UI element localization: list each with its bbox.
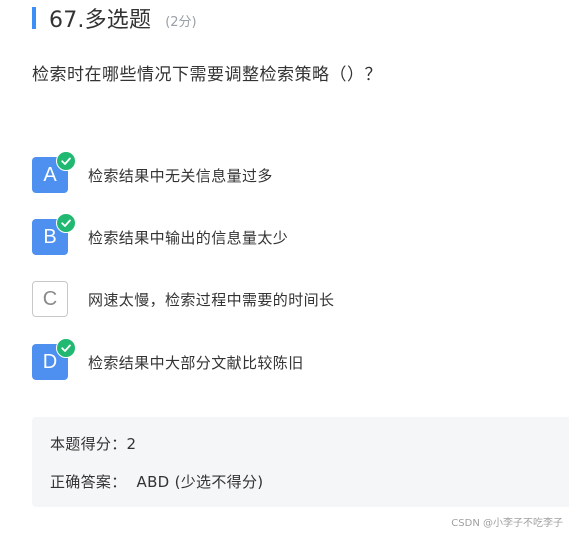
answer-value: ABD (少选不得分) [136, 473, 264, 491]
option-b-label: 检索结果中输出的信息量太少 [88, 228, 289, 247]
score-label: 本题得分： [50, 435, 127, 453]
answer-line: 正确答案： ABD (少选不得分) [50, 471, 263, 492]
option-d[interactable]: D 检索结果中大部分文献比较陈旧 [32, 338, 304, 380]
option-d-label: 检索结果中大部分文献比较陈旧 [88, 353, 304, 372]
option-b-letter-box[interactable]: B [32, 213, 76, 255]
score-value: 2 [126, 435, 137, 453]
watermark: CSDN @小李子不吃李子 [451, 518, 563, 529]
option-c[interactable]: C 网速太慢，检索过程中需要的时间长 [32, 281, 334, 317]
option-a-letter-box[interactable]: A [32, 151, 76, 193]
answer-label: 正确答案： [50, 473, 127, 491]
option-c-label: 网速太慢，检索过程中需要的时间长 [88, 290, 335, 309]
option-c-letter-box[interactable]: C [32, 281, 68, 317]
question-number-title: 67.多选题 [49, 8, 152, 33]
option-d-letter: D [42, 350, 58, 373]
title-accent-bar [32, 7, 36, 29]
option-b-letter: B [43, 225, 57, 248]
check-icon [56, 151, 76, 171]
score-line: 本题得分：2 [50, 433, 136, 454]
question-text: 检索时在哪些情况下需要调整检索策略（）？ [32, 65, 382, 85]
check-icon [56, 213, 76, 233]
option-d-letter-box[interactable]: D [32, 338, 76, 380]
question-score-note: (2分) [165, 14, 197, 30]
check-icon [56, 338, 76, 358]
option-a[interactable]: A 检索结果中无关信息量过多 [32, 151, 273, 193]
option-c-letter: C [42, 287, 58, 310]
result-panel: 本题得分：2 正确答案： ABD (少选不得分) [32, 417, 569, 507]
option-a-label: 检索结果中无关信息量过多 [88, 166, 273, 185]
question-header: 67.多选题 (2分) [32, 6, 197, 33]
option-b[interactable]: B 检索结果中输出的信息量太少 [32, 213, 289, 255]
option-a-letter: A [43, 163, 57, 186]
